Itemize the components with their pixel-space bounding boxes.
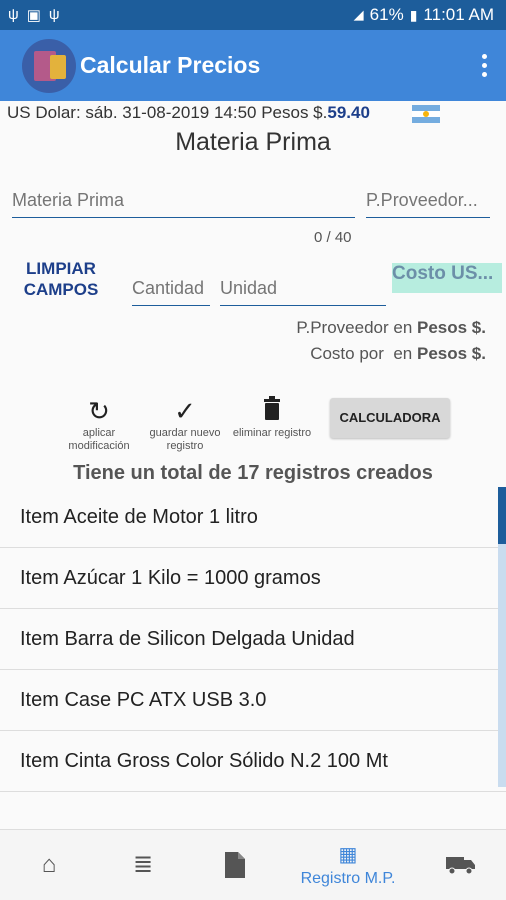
image-icon: ▣ [26,7,41,24]
grid-icon: ▦ [338,844,358,866]
signal-icon: ◢ [353,7,364,22]
list-item[interactable]: Item Barra de Silicon Delgada Unidad [0,609,506,670]
exchange-rate: US Dolar: sáb. 31-08-2019 14:50 Pesos $.… [7,103,370,123]
usb-icon: ψ [48,6,60,23]
app-logo [22,39,76,93]
nav-registro-mp-label: Registro M.P. [300,870,396,887]
list-icon: ≣ [132,851,154,878]
cost-usd-field[interactable]: Costo US... [392,263,502,293]
proveedor-price-input[interactable] [366,190,490,218]
calculator-button[interactable]: CALCULADORA [330,398,450,438]
status-bar: ψ ▣ ψ ◢ 61% ▮ 11:01 AM [0,0,506,30]
more-vert-icon[interactable] [482,54,488,81]
save-new-record-label: guardar nuevo registro [149,427,221,452]
status-right: ◢ 61% ▮ 11:01 AM [354,5,494,25]
scrollbar-thumb[interactable] [498,487,506,544]
app-bar: Calcular Precios [0,30,506,101]
note2-currency: Pesos $. [417,344,486,363]
battery-percent: 61% [369,5,404,24]
trash-icon [227,395,317,427]
delete-record-label: eliminar registro [232,427,312,439]
provider-price-note: P.Proveedor en Pesos $. [296,318,486,338]
list-item[interactable]: Item Aceite de Motor 1 litro [0,487,506,548]
home-icon: ⌂ [41,851,57,878]
note2-connector: en [383,344,417,363]
note1-currency: Pesos $. [417,318,486,337]
quantity-input[interactable] [132,278,210,306]
nav-list[interactable]: ≣ [118,830,168,900]
list-scrollbar[interactable] [498,487,506,787]
status-left-icons: ψ ▣ ψ [8,6,60,24]
character-counter: 0 / 40 [314,229,352,246]
argentina-flag-icon [412,105,440,123]
unit-input[interactable] [220,278,386,306]
nav-truck[interactable] [436,830,486,900]
list-item[interactable]: Item Azúcar 1 Kilo = 1000 gramos [0,548,506,609]
nav-registro-mp[interactable]: ▦ Registro M.P. [286,830,410,900]
section-title: Materia Prima [175,128,331,156]
apply-modification-button[interactable]: ↻ aplicar modificación [54,395,144,453]
truck-icon [446,857,475,875]
status-time: 11:01 AM [423,5,494,24]
cost-per-note: Costo por en Pesos $. [310,344,486,364]
materia-prima-input[interactable] [12,190,355,218]
note1-label: P.Proveedor [296,318,389,337]
records-total: Tiene un total de 17 registros creados [73,462,433,484]
delete-record-button[interactable]: eliminar registro [227,395,317,440]
nav-home[interactable]: ⌂ [24,830,74,900]
note1-connector: en [388,318,417,337]
check-icon: ✓ [174,396,196,426]
exchange-rate-value: 59.40 [327,103,370,122]
records-list: Item Aceite de Motor 1 litro Item Azúcar… [0,487,506,792]
battery-icon: ▮ [409,6,418,23]
bottom-navigation: ⌂ ≣ ▦ Registro M.P. [0,829,506,900]
clear-fields-button[interactable]: LIMPIAR CAMPOS [20,258,102,300]
apply-modification-label: aplicar modificación [68,427,130,452]
app-title: Calcular Precios [80,52,261,78]
exchange-rate-text: US Dolar: sáb. 31-08-2019 14:50 Pesos $. [7,103,328,122]
undo-icon: ↻ [88,396,110,426]
list-item[interactable]: Item Cinta Gross Color Sólido N.2 100 Mt [0,731,506,792]
nav-document[interactable] [210,830,260,900]
save-new-record-button[interactable]: ✓ guardar nuevo registro [140,395,230,453]
note2-label: Costo por [310,344,384,363]
document-icon [225,852,245,878]
list-item[interactable]: Item Case PC ATX USB 3.0 [0,670,506,731]
usb-icon: ψ [8,6,19,23]
